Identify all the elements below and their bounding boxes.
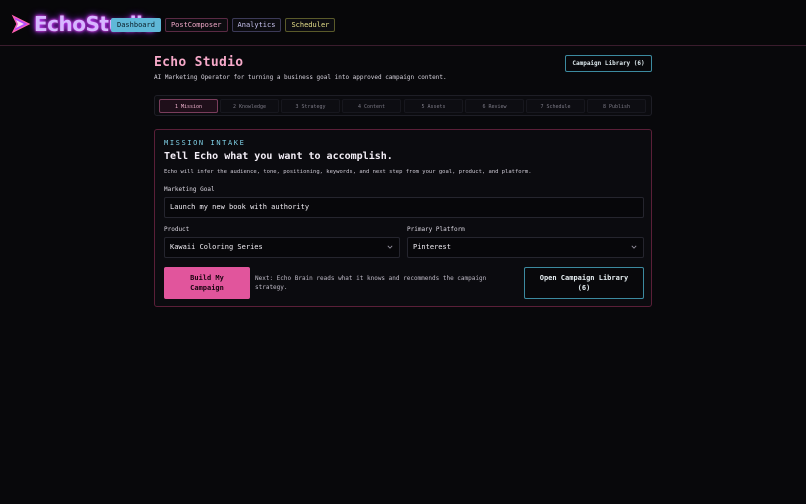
next-step-hint: Next: Echo Brain reads what it knows and… [255,275,487,291]
workflow-steps: 1 Mission 2 Knowledge 3 Strategy 4 Conte… [154,95,652,116]
page-title: Echo Studio [154,55,244,70]
card-title: Tell Echo what you want to accomplish. [164,151,393,162]
step-strategy[interactable]: 3 Strategy [281,99,340,113]
platform-label: Primary Platform [407,226,465,233]
platform-select[interactable]: Pinterest [407,237,644,258]
step-review[interactable]: 6 Review [465,99,524,113]
goal-label: Marketing Goal [164,186,215,193]
step-content[interactable]: 4 Content [342,99,401,113]
marketing-goal-input[interactable]: Launch my new book with authority [164,197,644,218]
product-select-value: Kawaii Coloring Series [170,243,263,251]
nav-scheduler-button[interactable]: Scheduler [285,18,336,32]
step-mission[interactable]: 1 Mission [159,99,218,113]
play-arrow-icon [11,14,31,34]
chevron-down-icon [387,245,393,249]
nav-dashboard-button[interactable]: Dashboard [111,18,161,32]
platform-select-value: Pinterest [413,243,451,251]
top-bar: EchoStudio Dashboard PostComposer Analyt… [0,0,806,46]
mission-intake-card: MISSION INTAKE Tell Echo what you want t… [154,129,652,307]
page-subtitle: AI Marketing Operator for turning a busi… [154,74,447,81]
step-knowledge[interactable]: 2 Knowledge [220,99,279,113]
build-campaign-button[interactable]: Build My Campaign [164,267,250,299]
step-assets[interactable]: 5 Assets [404,99,463,113]
chevron-down-icon [631,245,637,249]
product-select[interactable]: Kawaii Coloring Series [164,237,400,258]
section-eyebrow: MISSION INTAKE [164,139,246,147]
step-schedule[interactable]: 7 Schedule [526,99,585,113]
main-nav: Dashboard PostComposer Analytics Schedul… [111,18,336,32]
campaign-library-button[interactable]: Campaign Library (6) [565,55,652,72]
step-publish[interactable]: 8 Publish [587,99,646,113]
nav-analytics-button[interactable]: Analytics [231,18,282,32]
card-description: Echo will infer the audience, tone, posi… [164,169,532,175]
product-label: Product [164,226,190,233]
nav-postcomposer-button[interactable]: PostComposer [164,18,228,32]
open-campaign-library-button[interactable]: Open Campaign Library (6) [524,267,644,299]
